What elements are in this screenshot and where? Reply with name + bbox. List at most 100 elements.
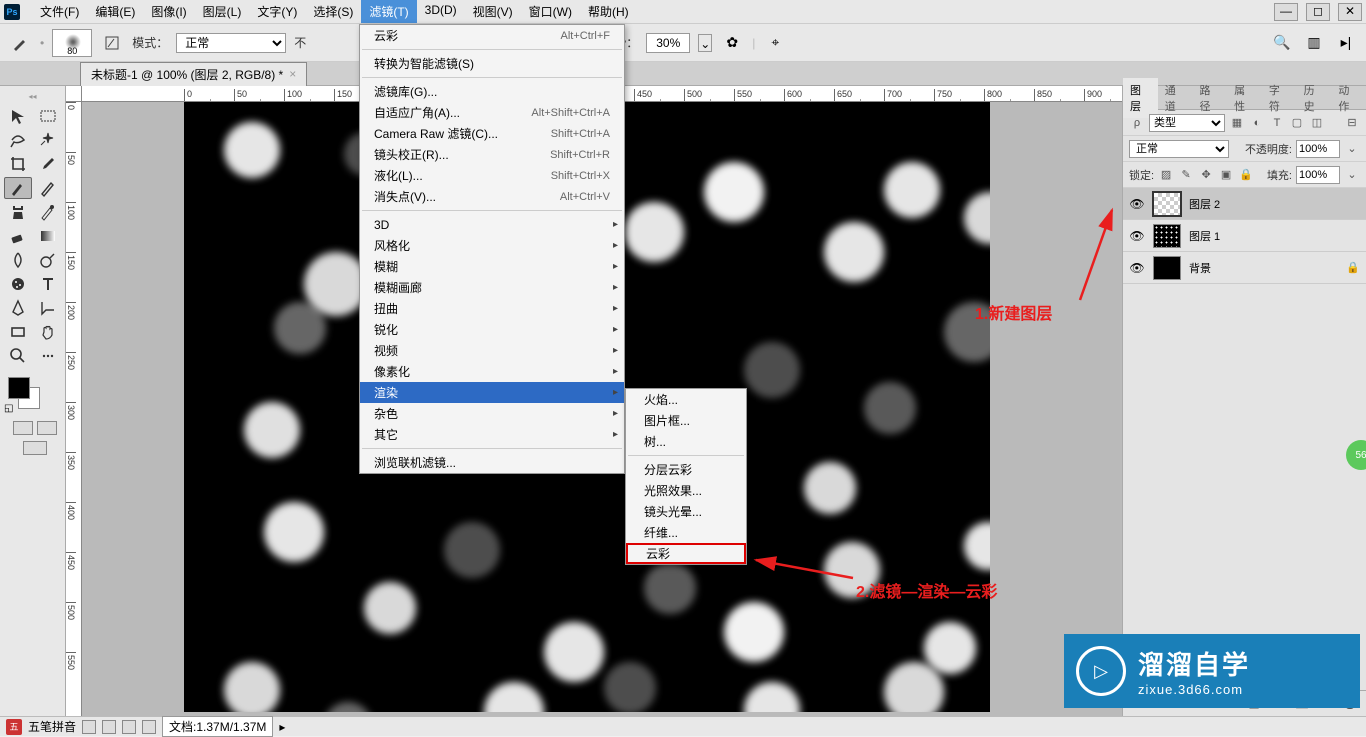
opacity-dropdown[interactable]: ⌄ bbox=[1344, 141, 1360, 157]
filter-pixel-icon[interactable]: ▦ bbox=[1229, 115, 1245, 131]
filter-last-item[interactable]: 云彩Alt+Ctrl+F bbox=[360, 25, 624, 46]
close-tab-icon[interactable]: × bbox=[289, 67, 296, 81]
layer-name-label[interactable]: 图层 2 bbox=[1189, 196, 1220, 212]
menu-item-4[interactable]: 文字(Y) bbox=[249, 0, 305, 23]
menu-item-2[interactable]: 图像(I) bbox=[143, 0, 194, 23]
filter-shape-icon[interactable]: ▢ bbox=[1289, 115, 1305, 131]
minimize-button[interactable]: — bbox=[1274, 3, 1298, 21]
filter-adjust-icon[interactable]: ◐ bbox=[1249, 115, 1265, 131]
convert-smart-filter-item[interactable]: 转换为智能滤镜(S) bbox=[360, 53, 624, 74]
move-tool[interactable] bbox=[4, 105, 32, 127]
layer-filter-select[interactable]: 类型 bbox=[1149, 114, 1225, 132]
visibility-toggle[interactable]: 👁 bbox=[1129, 261, 1145, 275]
filter-toggle[interactable]: ⊟ bbox=[1344, 115, 1360, 131]
filter-submenu-item[interactable]: 渲染 bbox=[360, 382, 624, 403]
lock-transparent-icon[interactable]: ▨ bbox=[1158, 167, 1174, 183]
opacity-input[interactable] bbox=[1296, 140, 1340, 158]
foreground-color[interactable] bbox=[8, 377, 30, 399]
filter-submenu-item[interactable]: 视频 bbox=[360, 340, 624, 361]
arrange-icon[interactable]: ▥ bbox=[1302, 31, 1326, 55]
pressure-icon[interactable]: ⌖ bbox=[763, 31, 787, 55]
menu-item-8[interactable]: 视图(V) bbox=[465, 0, 521, 23]
type-tool[interactable] bbox=[34, 273, 62, 295]
dots-tool[interactable] bbox=[34, 345, 62, 367]
close-button[interactable]: ✕ bbox=[1338, 3, 1362, 21]
blend-mode-select[interactable]: 正常 bbox=[176, 33, 286, 53]
menu-item-6[interactable]: 滤镜(T) bbox=[361, 0, 416, 23]
filter-submenu-item[interactable]: 3D bbox=[360, 214, 624, 235]
brush-tool[interactable] bbox=[4, 177, 32, 199]
menu-item-1[interactable]: 编辑(E) bbox=[87, 0, 143, 23]
render-item[interactable]: 图片框... bbox=[626, 410, 746, 431]
eyedrop-tool[interactable] bbox=[34, 153, 62, 175]
filter-submenu-item[interactable]: 杂色 bbox=[360, 403, 624, 424]
gradient-tool[interactable] bbox=[34, 225, 62, 247]
smoothing-dropdown[interactable]: ⌄ bbox=[698, 34, 712, 52]
layer-row[interactable]: 👁 图层 2 bbox=[1123, 188, 1366, 220]
render-item[interactable]: 云彩 bbox=[626, 543, 746, 564]
layer-thumbnail[interactable] bbox=[1153, 192, 1181, 216]
lock-position-icon[interactable]: ✥ bbox=[1198, 167, 1214, 183]
filter-menu-item[interactable]: 镜头校正(R)...Shift+Ctrl+R bbox=[360, 144, 624, 165]
standard-mode-button[interactable] bbox=[13, 421, 33, 435]
blur-tool[interactable] bbox=[4, 249, 32, 271]
filter-type-layer-icon[interactable]: T bbox=[1269, 115, 1285, 131]
crop-tool[interactable] bbox=[4, 153, 32, 175]
sponge-tool[interactable] bbox=[4, 273, 32, 295]
render-item[interactable]: 树... bbox=[626, 431, 746, 452]
dodge-tool[interactable] bbox=[34, 249, 62, 271]
status-menu-icon[interactable]: ▸ bbox=[279, 720, 285, 734]
panel-menu-icon[interactable]: ▸| bbox=[1334, 31, 1358, 55]
browse-online-filters-item[interactable]: 浏览联机滤镜... bbox=[360, 452, 624, 473]
render-item[interactable]: 分层云彩 bbox=[626, 459, 746, 480]
render-item[interactable]: 光照效果... bbox=[626, 480, 746, 501]
doc-status[interactable]: 文档:1.37M/1.37M bbox=[162, 716, 273, 737]
filter-menu-item[interactable]: 消失点(V)...Alt+Ctrl+V bbox=[360, 186, 624, 207]
filter-submenu-item[interactable]: 其它 bbox=[360, 424, 624, 445]
eraser-tool[interactable] bbox=[4, 225, 32, 247]
search-icon[interactable]: 🔍 bbox=[1270, 31, 1294, 55]
path-tool[interactable] bbox=[34, 297, 62, 319]
screen-mode-button[interactable] bbox=[23, 441, 47, 455]
filter-menu-item[interactable]: 液化(L)...Shift+Ctrl+X bbox=[360, 165, 624, 186]
rect-tool[interactable] bbox=[4, 321, 32, 343]
ime-widget-4[interactable] bbox=[142, 720, 156, 734]
filter-submenu-item[interactable]: 锐化 bbox=[360, 319, 624, 340]
fill-dropdown[interactable]: ⌄ bbox=[1344, 167, 1360, 183]
gear-icon[interactable]: ✿ bbox=[720, 31, 744, 55]
brush-panel-toggle[interactable] bbox=[100, 31, 124, 55]
ime-widget-3[interactable] bbox=[122, 720, 136, 734]
filter-smart-icon[interactable]: ◫ bbox=[1309, 115, 1325, 131]
brush-preset-picker[interactable]: 80 bbox=[52, 29, 92, 57]
render-item[interactable]: 镜头光晕... bbox=[626, 501, 746, 522]
visibility-toggle[interactable]: 👁 bbox=[1129, 197, 1145, 211]
layer-thumbnail[interactable] bbox=[1153, 224, 1181, 248]
ruler-origin[interactable] bbox=[66, 86, 82, 102]
menu-item-10[interactable]: 帮助(H) bbox=[580, 0, 637, 23]
menu-item-0[interactable]: 文件(F) bbox=[32, 0, 87, 23]
vertical-ruler[interactable]: 050100150200250300350400450500550 bbox=[66, 102, 82, 716]
lasso-tool[interactable] bbox=[4, 129, 32, 151]
render-item[interactable]: 火焰... bbox=[626, 389, 746, 410]
filter-submenu-item[interactable]: 风格化 bbox=[360, 235, 624, 256]
fill-input[interactable] bbox=[1296, 166, 1340, 184]
default-colors-icon[interactable]: ◱ bbox=[4, 403, 13, 414]
menu-item-5[interactable]: 选择(S) bbox=[305, 0, 361, 23]
pen-tool[interactable] bbox=[4, 297, 32, 319]
filter-menu-item[interactable]: 自适应广角(A)...Alt+Shift+Ctrl+A bbox=[360, 102, 624, 123]
layer-name-label[interactable]: 背景 bbox=[1189, 260, 1211, 276]
zoom-tool[interactable] bbox=[4, 345, 32, 367]
wand-tool[interactable] bbox=[34, 129, 62, 151]
layer-row[interactable]: 👁背景🔒 bbox=[1123, 252, 1366, 284]
filter-submenu-item[interactable]: 扭曲 bbox=[360, 298, 624, 319]
clone-tool[interactable] bbox=[4, 201, 32, 223]
color-swatches[interactable]: ◱ bbox=[2, 377, 46, 417]
marquee-tool[interactable] bbox=[34, 105, 62, 127]
layer-blend-mode-select[interactable]: 正常 bbox=[1129, 140, 1229, 158]
layer-name-label[interactable]: 图层 1 bbox=[1189, 228, 1220, 244]
filter-submenu-item[interactable]: 模糊 bbox=[360, 256, 624, 277]
menu-item-3[interactable]: 图层(L) bbox=[195, 0, 250, 23]
smoothing-input[interactable] bbox=[646, 33, 690, 53]
ime-icon[interactable]: 五 bbox=[6, 719, 22, 735]
layer-row[interactable]: 👁图层 1 bbox=[1123, 220, 1366, 252]
